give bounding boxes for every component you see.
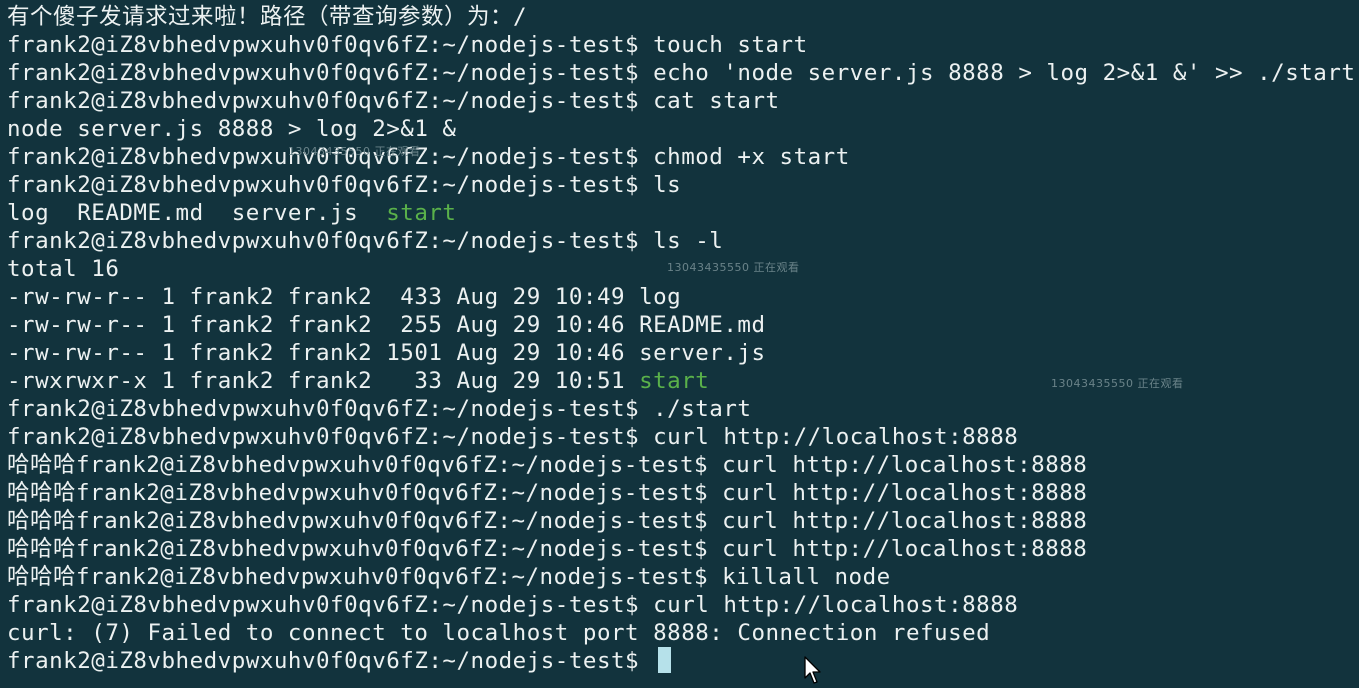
- output-text: -rw-rw-r-- 1 frank2 frank2 433 Aug 29 10…: [7, 284, 682, 310]
- output-line: -rw-rw-r-- 1 frank2 frank2 1501 Aug 29 1…: [7, 339, 1359, 367]
- command-text: ls: [653, 172, 682, 198]
- output-text: node server.js 8888 > log 2>&1 &: [7, 116, 457, 142]
- command-line: 哈哈哈frank2@iZ8vbhedvpwxuhv0f0qv6fZ:~/node…: [7, 563, 1359, 591]
- command-line: frank2@iZ8vbhedvpwxuhv0f0qv6fZ:~/nodejs-…: [7, 591, 1359, 619]
- output-text: log README.md server.js: [7, 200, 387, 226]
- command-line: frank2@iZ8vbhedvpwxuhv0f0qv6fZ:~/nodejs-…: [7, 423, 1359, 451]
- command-text: killall node: [722, 564, 891, 590]
- command-line: frank2@iZ8vbhedvpwxuhv0f0qv6fZ:~/nodejs-…: [7, 395, 1359, 423]
- command-text: curl http://localhost:8888: [653, 424, 1019, 450]
- command-text: echo 'node server.js 8888 > log 2>&1 &' …: [653, 60, 1356, 86]
- shell-prompt: frank2@iZ8vbhedvpwxuhv0f0qv6fZ:~/nodejs-…: [76, 480, 723, 506]
- shell-prompt: frank2@iZ8vbhedvpwxuhv0f0qv6fZ:~/nodejs-…: [7, 396, 654, 422]
- server-response-text: 哈哈哈: [7, 452, 77, 478]
- command-line: frank2@iZ8vbhedvpwxuhv0f0qv6fZ:~/nodejs-…: [7, 227, 1359, 255]
- terminal-window[interactable]: 有个傻子发请求过来啦！路径（带查询参数）为：/frank2@iZ8vbhedvp…: [0, 0, 1359, 688]
- command-line: frank2@iZ8vbhedvpwxuhv0f0qv6fZ:~/nodejs-…: [7, 647, 1359, 675]
- command-text: curl http://localhost:8888: [722, 536, 1088, 562]
- text-cursor: [658, 647, 672, 673]
- server-response-text: 哈哈哈: [7, 480, 77, 506]
- mouse-pointer-icon: [804, 656, 821, 684]
- command-text: touch start: [653, 32, 808, 58]
- command-text: curl http://localhost:8888: [722, 452, 1088, 478]
- terminal-output: 有个傻子发请求过来啦！路径（带查询参数）为：/frank2@iZ8vbhedvp…: [7, 3, 1359, 675]
- shell-prompt: frank2@iZ8vbhedvpwxuhv0f0qv6fZ:~/nodejs-…: [76, 564, 723, 590]
- executable-file-name: start: [639, 368, 710, 394]
- shell-prompt: frank2@iZ8vbhedvpwxuhv0f0qv6fZ:~/nodejs-…: [7, 60, 654, 86]
- output-text: 有个傻子发请求过来啦！路径（带查询参数）为：/: [7, 4, 528, 30]
- command-text: ls -l: [653, 228, 724, 254]
- output-line: -rw-rw-r-- 1 frank2 frank2 433 Aug 29 10…: [7, 283, 1359, 311]
- command-line: frank2@iZ8vbhedvpwxuhv0f0qv6fZ:~/nodejs-…: [7, 87, 1359, 115]
- shell-prompt: frank2@iZ8vbhedvpwxuhv0f0qv6fZ:~/nodejs-…: [7, 648, 654, 674]
- command-text: ./start: [653, 396, 752, 422]
- executable-file-name: start: [386, 200, 457, 226]
- server-response-text: 哈哈哈: [7, 536, 77, 562]
- shell-prompt: frank2@iZ8vbhedvpwxuhv0f0qv6fZ:~/nodejs-…: [76, 508, 723, 534]
- viewer-watermark: 13043435550 正在观看: [1051, 377, 1184, 390]
- viewer-watermark: 13043435550 正在观看: [288, 145, 421, 158]
- output-line: curl: (7) Failed to connect to localhost…: [7, 619, 1359, 647]
- command-text: curl http://localhost:8888: [653, 592, 1019, 618]
- shell-prompt: frank2@iZ8vbhedvpwxuhv0f0qv6fZ:~/nodejs-…: [7, 424, 654, 450]
- output-line: log README.md server.js start: [7, 199, 1359, 227]
- output-text: curl: (7) Failed to connect to localhost…: [7, 620, 991, 646]
- output-text: -rw-rw-r-- 1 frank2 frank2 1501 Aug 29 1…: [7, 340, 766, 366]
- command-line: 哈哈哈frank2@iZ8vbhedvpwxuhv0f0qv6fZ:~/node…: [7, 479, 1359, 507]
- shell-prompt: frank2@iZ8vbhedvpwxuhv0f0qv6fZ:~/nodejs-…: [7, 172, 654, 198]
- command-line: frank2@iZ8vbhedvpwxuhv0f0qv6fZ:~/nodejs-…: [7, 31, 1359, 59]
- shell-prompt: frank2@iZ8vbhedvpwxuhv0f0qv6fZ:~/nodejs-…: [7, 228, 654, 254]
- shell-prompt: frank2@iZ8vbhedvpwxuhv0f0qv6fZ:~/nodejs-…: [76, 536, 723, 562]
- server-response-text: 哈哈哈: [7, 564, 77, 590]
- output-line: node server.js 8888 > log 2>&1 &: [7, 115, 1359, 143]
- command-text: curl http://localhost:8888: [722, 480, 1088, 506]
- output-line: -rw-rw-r-- 1 frank2 frank2 255 Aug 29 10…: [7, 311, 1359, 339]
- shell-prompt: frank2@iZ8vbhedvpwxuhv0f0qv6fZ:~/nodejs-…: [7, 592, 654, 618]
- shell-prompt: frank2@iZ8vbhedvpwxuhv0f0qv6fZ:~/nodejs-…: [7, 88, 654, 114]
- output-text: total 16: [7, 256, 120, 282]
- shell-prompt: frank2@iZ8vbhedvpwxuhv0f0qv6fZ:~/nodejs-…: [7, 32, 654, 58]
- command-line: 哈哈哈frank2@iZ8vbhedvpwxuhv0f0qv6fZ:~/node…: [7, 535, 1359, 563]
- output-text: -rw-rw-r-- 1 frank2 frank2 255 Aug 29 10…: [7, 312, 766, 338]
- command-text: cat start: [653, 88, 780, 114]
- shell-prompt: frank2@iZ8vbhedvpwxuhv0f0qv6fZ:~/nodejs-…: [76, 452, 723, 478]
- command-line: frank2@iZ8vbhedvpwxuhv0f0qv6fZ:~/nodejs-…: [7, 171, 1359, 199]
- command-line: 哈哈哈frank2@iZ8vbhedvpwxuhv0f0qv6fZ:~/node…: [7, 451, 1359, 479]
- output-line: 有个傻子发请求过来啦！路径（带查询参数）为：/: [7, 3, 1359, 31]
- command-line: 哈哈哈frank2@iZ8vbhedvpwxuhv0f0qv6fZ:~/node…: [7, 507, 1359, 535]
- command-text: chmod +x start: [653, 144, 850, 170]
- command-text: curl http://localhost:8888: [722, 508, 1088, 534]
- command-line: frank2@iZ8vbhedvpwxuhv0f0qv6fZ:~/nodejs-…: [7, 59, 1359, 87]
- server-response-text: 哈哈哈: [7, 508, 77, 534]
- viewer-watermark: 13043435550 正在观看: [667, 261, 800, 274]
- command-line: frank2@iZ8vbhedvpwxuhv0f0qv6fZ:~/nodejs-…: [7, 143, 1359, 171]
- output-text: -rwxrwxr-x 1 frank2 frank2 33 Aug 29 10:…: [7, 368, 640, 394]
